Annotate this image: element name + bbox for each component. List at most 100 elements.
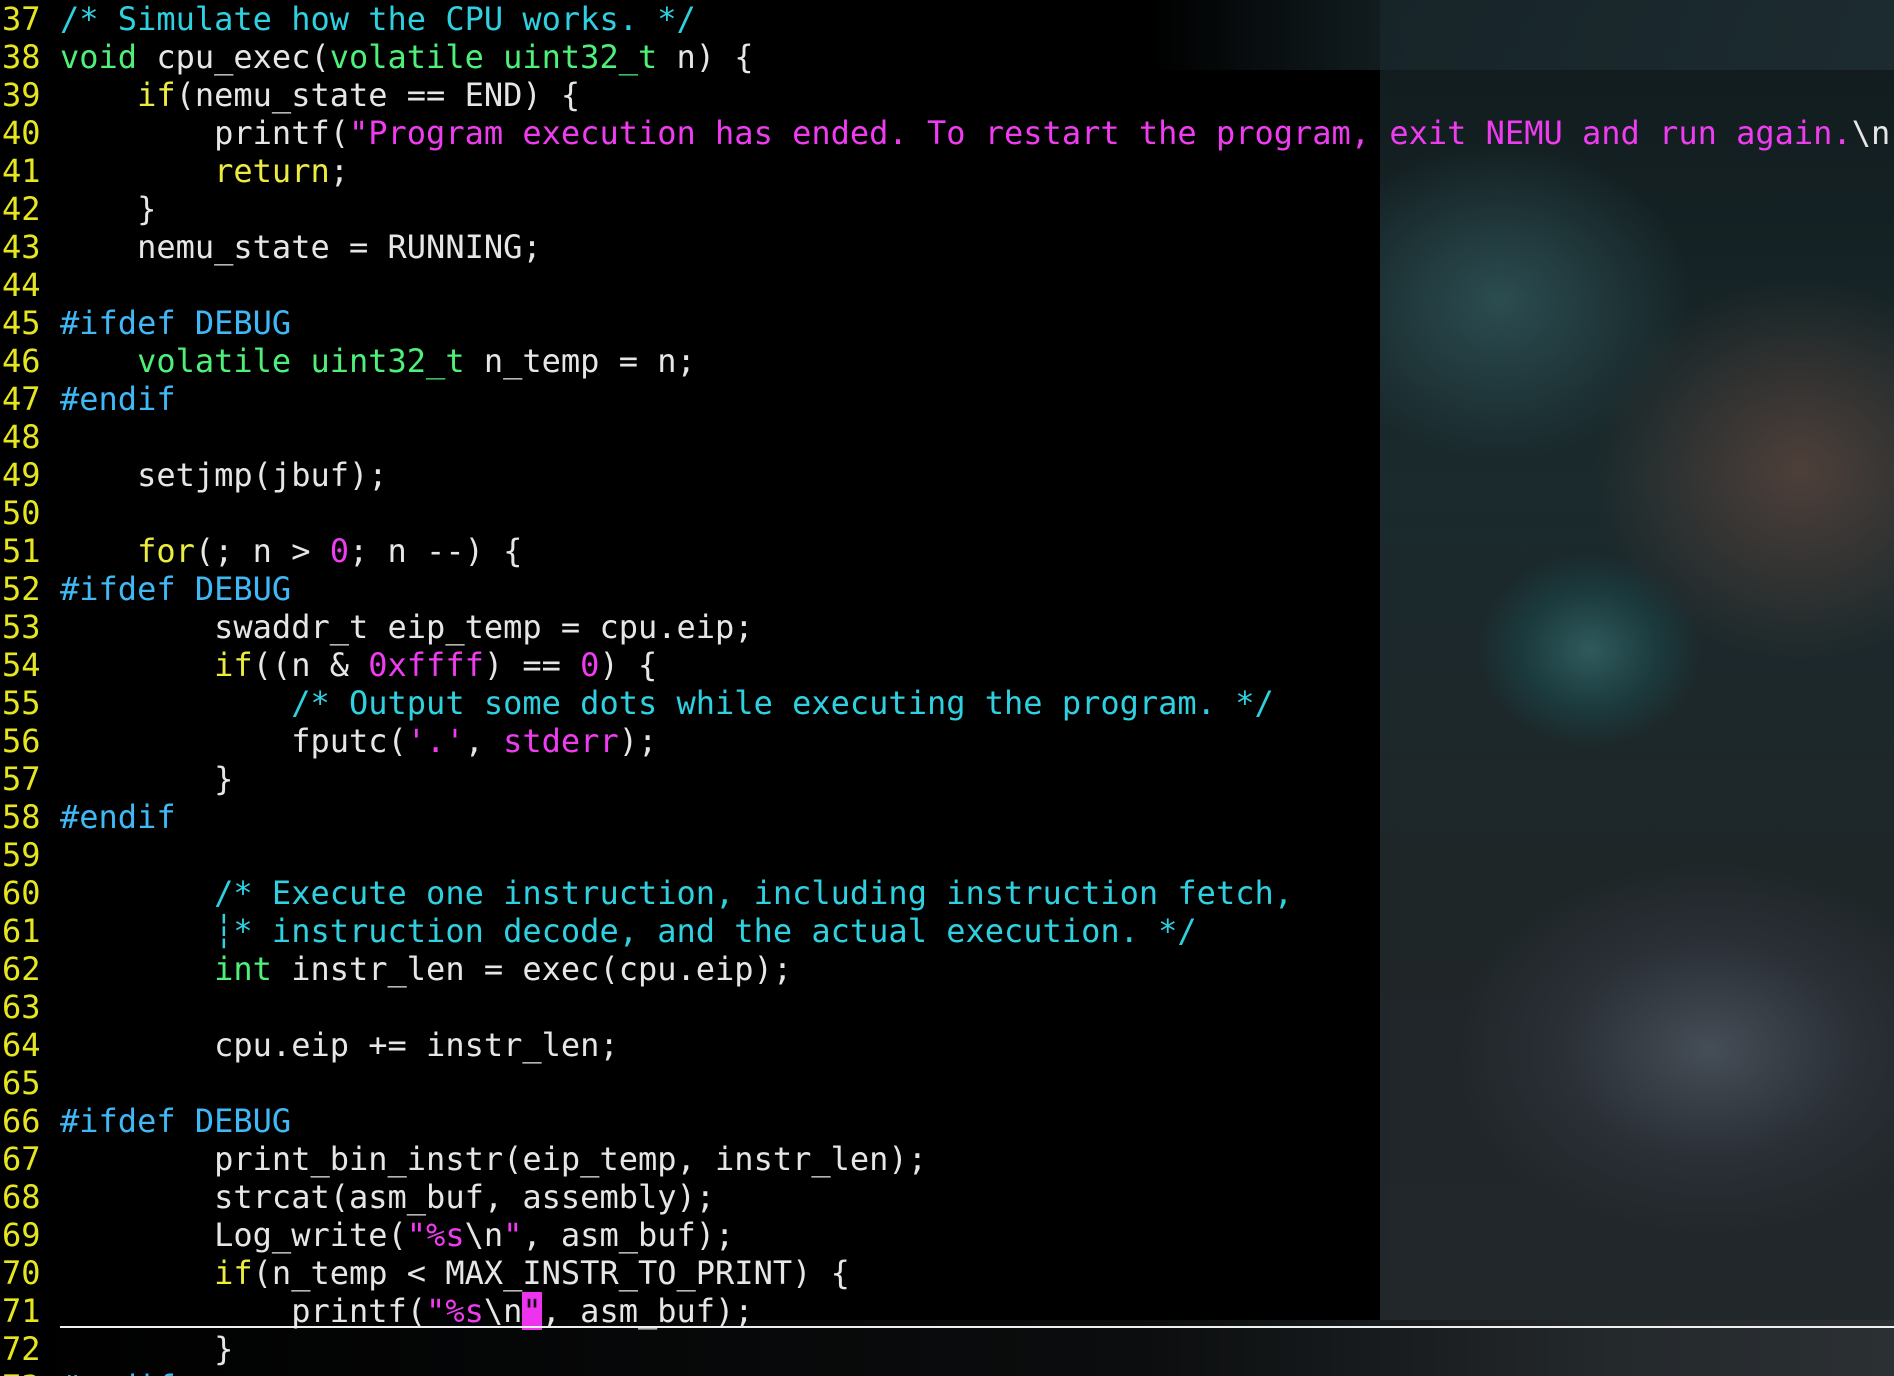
code-line-content[interactable]: #ifdef DEBUG	[60, 304, 291, 342]
line-number: 46	[2, 342, 41, 380]
code-line-content[interactable]: print_bin_instr(eip_temp, instr_len);	[60, 1140, 927, 1178]
code-line[interactable]: 58 #endif	[0, 798, 1894, 836]
line-number: 47	[2, 380, 41, 418]
code-line[interactable]: 70 if(n_temp < MAX_INSTR_TO_PRINT) {	[0, 1254, 1894, 1292]
code-line-content[interactable]: volatile uint32_t n_temp = n;	[60, 342, 696, 380]
line-number: 53	[2, 608, 41, 646]
code-line[interactable]: 73#endif	[0, 1368, 1894, 1376]
code-line-content[interactable]: #ifdef DEBUG	[60, 570, 291, 608]
code-text: \n	[1851, 114, 1891, 152]
code-text: printf(	[60, 1292, 427, 1330]
code-line[interactable]: 39 if(nemu_state == END) {	[0, 76, 1894, 114]
line-number: 41	[2, 152, 41, 190]
code-line[interactable]: 44	[0, 266, 1894, 304]
code-line[interactable]: 72 }	[0, 1330, 1894, 1368]
code-line[interactable]: 48	[0, 418, 1894, 456]
code-line[interactable]: 65	[0, 1064, 1894, 1102]
line-number: 48	[2, 418, 41, 456]
code-number-literal: 0	[329, 532, 349, 570]
code-line[interactable]: 54 if((n & 0xffff) == 0) {	[0, 646, 1894, 684]
code-line[interactable]: 56 fputc('.', stderr);	[0, 722, 1894, 760]
code-preprocessor-directive: #endif	[60, 798, 176, 836]
code-text: ,	[464, 722, 504, 760]
code-text: (; n >	[194, 532, 330, 570]
code-line-content[interactable]: int instr_len = exec(cpu.eip);	[60, 950, 792, 988]
code-line[interactable]: 42 }	[0, 190, 1894, 228]
code-line-content[interactable]: ┆* instruction decode, and the actual ex…	[60, 912, 1197, 950]
code-line-content[interactable]: /* Simulate how the CPU works. */	[60, 0, 696, 38]
line-number: 62	[2, 950, 41, 988]
line-number: 69	[2, 1216, 41, 1254]
code-line[interactable]: 63	[0, 988, 1894, 1026]
code-line[interactable]: 71 printf("%s\n", asm_buf);	[0, 1292, 1894, 1330]
code-line-content[interactable]: #endif	[60, 1368, 176, 1376]
terminal-window[interactable]: 37 /* Simulate how the CPU works. */ 38 voi…	[0, 0, 1894, 1376]
code-line-content[interactable]: void cpu_exec(volatile uint32_t n) {	[60, 38, 754, 76]
code-text: );	[618, 722, 658, 760]
code-type-keyword: int	[214, 950, 272, 988]
code-line-content[interactable]: }	[60, 1330, 233, 1368]
code-line-content[interactable]: nemu_state = RUNNING;	[60, 228, 542, 266]
code-line-content[interactable]: #endif	[60, 798, 176, 836]
code-line[interactable]: 45 #ifdef DEBUG	[0, 304, 1894, 342]
code-line-content[interactable]: return;	[60, 152, 349, 190]
line-number: 56	[2, 722, 41, 760]
code-preprocessor-directive: #endif	[60, 380, 176, 418]
code-line-content[interactable]: printf("%s\n", asm_buf);	[60, 1292, 754, 1330]
code-line[interactable]: 64 cpu.eip += instr_len;	[0, 1026, 1894, 1064]
code-line[interactable]: 57 }	[0, 760, 1894, 798]
code-line[interactable]: 50	[0, 494, 1894, 532]
code-line[interactable]: 67 print_bin_instr(eip_temp, instr_len);	[0, 1140, 1894, 1178]
code-line[interactable]: 40 printf("Program execution has ended. …	[0, 114, 1894, 152]
code-line-content[interactable]: if((n & 0xffff) == 0) {	[60, 646, 657, 684]
code-line-content[interactable]: #endif	[60, 380, 176, 418]
code-line[interactable]: 38 void cpu_exec(volatile uint32_t n) {	[0, 38, 1894, 76]
code-line[interactable]: 59	[0, 836, 1894, 874]
code-line[interactable]: 41 return;	[0, 152, 1894, 190]
code-text: strcat(asm_buf, assembly);	[60, 1178, 716, 1216]
line-number: 66	[2, 1102, 41, 1140]
code-line[interactable]: 46 volatile uint32_t n_temp = n;	[0, 342, 1894, 380]
code-line[interactable]: 52 #ifdef DEBUG	[0, 570, 1894, 608]
code-line[interactable]: 68 strcat(asm_buf, assembly);	[0, 1178, 1894, 1216]
code-line-content[interactable]: strcat(asm_buf, assembly);	[60, 1178, 715, 1216]
code-line-content[interactable]: swaddr_t eip_temp = cpu.eip;	[60, 608, 753, 646]
code-line-content[interactable]: printf("Program execution has ended. To …	[60, 114, 1894, 152]
code-type-keyword: void	[60, 38, 138, 76]
code-line[interactable]: 66 #ifdef DEBUG	[0, 1102, 1894, 1140]
line-number: 37	[2, 0, 41, 38]
code-line[interactable]: 43 nemu_state = RUNNING;	[0, 228, 1894, 266]
code-line[interactable]: 69 Log_write("%s\n", asm_buf);	[0, 1216, 1894, 1254]
code-line[interactable]: 53 swaddr_t eip_temp = cpu.eip;	[0, 608, 1894, 646]
code-line-content[interactable]: }	[60, 760, 233, 798]
code-line[interactable]: 37 /* Simulate how the CPU works. */	[0, 0, 1894, 38]
code-line-content[interactable]: Log_write("%s\n", asm_buf);	[60, 1216, 734, 1254]
code-line-content[interactable]: /* Output some dots while executing the …	[60, 684, 1274, 722]
code-text: setjmp(jbuf);	[60, 456, 388, 494]
vim-editor-buffer[interactable]: 37 /* Simulate how the CPU works. */ 38 voi…	[0, 0, 1894, 1376]
code-text: ((n &	[252, 646, 369, 684]
code-line[interactable]: 51 for(; n > 0; n --) {	[0, 532, 1894, 570]
code-line[interactable]: 62 int instr_len = exec(cpu.eip);	[0, 950, 1894, 988]
code-line[interactable]: 60 /* Execute one instruction, including…	[0, 874, 1894, 912]
code-line-content[interactable]: fputc('.', stderr);	[60, 722, 657, 760]
code-line[interactable]: 61 ┆* instruction decode, and the actual…	[0, 912, 1894, 950]
code-line-content[interactable]: if(nemu_state == END) {	[60, 76, 580, 114]
code-line-content[interactable]: #ifdef DEBUG	[60, 1102, 291, 1140]
code-text: \n	[464, 1216, 504, 1254]
code-line[interactable]: 55 /* Output some dots while executing t…	[0, 684, 1894, 722]
code-keyword: return	[214, 152, 330, 190]
code-line-content[interactable]: for(; n > 0; n --) {	[60, 532, 522, 570]
code-line[interactable]: 47 #endif	[0, 380, 1894, 418]
line-number: 71	[2, 1292, 41, 1330]
code-line-content[interactable]: if(n_temp < MAX_INSTR_TO_PRINT) {	[60, 1254, 850, 1292]
code-line-content[interactable]: /* Execute one instruction, including in…	[60, 874, 1293, 912]
code-text: cpu.eip += instr_len;	[60, 1026, 619, 1064]
code-line[interactable]: 49 setjmp(jbuf);	[0, 456, 1894, 494]
code-line-content[interactable]: }	[60, 190, 156, 228]
code-line-content[interactable]: setjmp(jbuf);	[60, 456, 388, 494]
code-line-content[interactable]: cpu.eip += instr_len;	[60, 1026, 619, 1064]
